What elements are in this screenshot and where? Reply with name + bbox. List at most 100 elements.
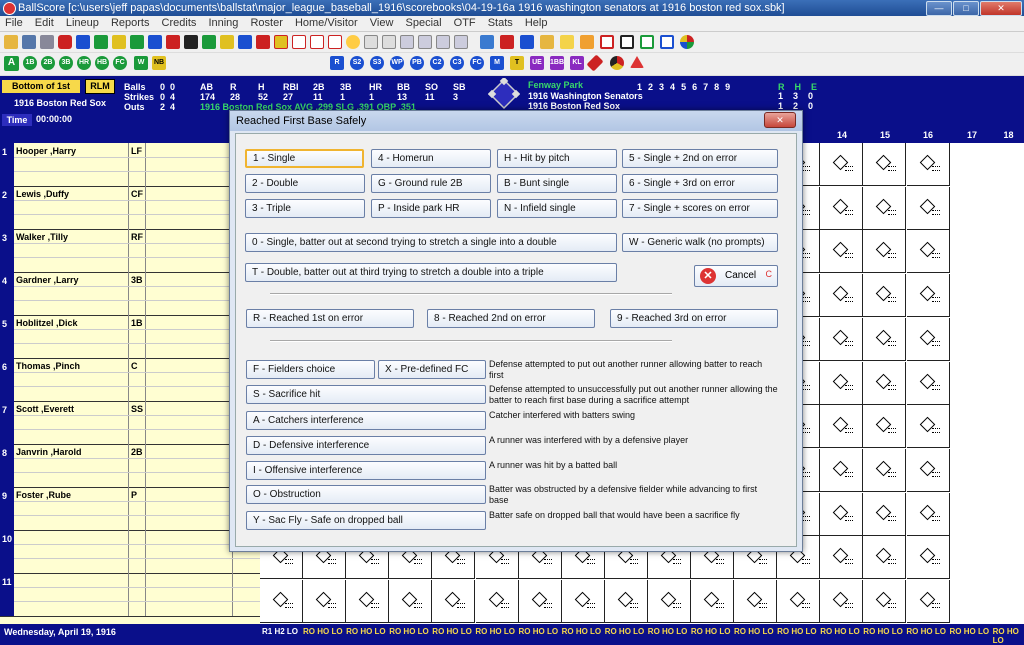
at-bat-cell[interactable] — [863, 492, 907, 536]
at-bat-cell[interactable] — [475, 580, 519, 623]
close-window-button[interactable]: ✕ — [980, 1, 1022, 16]
at-bat-cell[interactable] — [820, 361, 864, 405]
obstruction-button[interactable]: O - Obstruction — [246, 485, 486, 504]
kl-icon[interactable]: KL — [570, 56, 584, 70]
advance-a-icon[interactable]: A — [4, 56, 19, 71]
pinch-hitter-icon[interactable] — [130, 35, 144, 49]
at-bat-cell[interactable] — [820, 448, 864, 492]
at-bat-cell[interactable] — [303, 580, 347, 623]
caught-3-icon[interactable]: C3 — [450, 56, 464, 70]
undo-icon[interactable] — [480, 35, 494, 49]
cancel-button[interactable]: ✕ Cancel C — [694, 265, 778, 287]
print-icon[interactable] — [40, 35, 54, 49]
walk-w-icon[interactable]: W — [134, 56, 148, 70]
at-bat-cell[interactable] — [863, 361, 907, 405]
at-bat-cell[interactable] — [389, 580, 433, 623]
homerun-hr-icon[interactable]: HR — [77, 56, 91, 70]
up-arrow-icon[interactable] — [630, 56, 644, 68]
wild-pitch-icon[interactable]: WP — [390, 56, 404, 70]
b-icon[interactable] — [292, 35, 306, 49]
single-plus-2nd-button[interactable]: 5 - Single + 2nd on error — [622, 149, 778, 168]
sac-fly-dropped-button[interactable]: Y - Sac Fly - Safe on dropped ball — [246, 511, 486, 530]
chart-icon[interactable] — [454, 35, 468, 49]
s-icon[interactable] — [328, 35, 342, 49]
x-icon[interactable] — [274, 35, 288, 49]
menu-help[interactable]: Help — [520, 16, 552, 29]
box-green-icon[interactable] — [640, 35, 654, 49]
new-batter-icon[interactable] — [112, 35, 126, 49]
at-bat-cell[interactable] — [820, 143, 864, 186]
color-wheel-icon[interactable] — [680, 35, 694, 49]
at-bat-cell[interactable] — [906, 317, 950, 361]
inside-park-hr-button[interactable]: P - Inside park HR — [371, 199, 491, 218]
at-bat-cell[interactable] — [906, 492, 950, 536]
reached-3rd-error-button[interactable]: 9 - Reached 3rd on error — [610, 309, 778, 328]
m-icon[interactable]: M — [490, 56, 504, 70]
menu-inning[interactable]: Inning — [203, 16, 242, 29]
reached-1st-error-button[interactable]: R - Reached 1st on error — [246, 309, 414, 328]
box-red-icon[interactable] — [600, 35, 614, 49]
menu-reports[interactable]: Reports — [106, 16, 154, 29]
stretch-single-out-button[interactable]: 0 - Single, batter out at second trying … — [245, 233, 617, 252]
dialog-close-button[interactable]: ✕ — [764, 112, 796, 128]
c-icon[interactable] — [310, 35, 324, 49]
at-bat-cell[interactable] — [561, 580, 605, 623]
caught-2-icon[interactable]: C2 — [430, 56, 444, 70]
fielders-choice-fc-icon[interactable]: FC — [113, 56, 127, 70]
box-black-icon[interactable] — [620, 35, 634, 49]
menu-view[interactable]: View — [365, 16, 398, 29]
lineup-row[interactable]: 4 Gardner ,Larry 3B — [0, 272, 260, 316]
at-bat-cell[interactable] — [863, 448, 907, 492]
at-bat-cell[interactable] — [863, 186, 907, 230]
extra-d-icon[interactable] — [220, 35, 234, 49]
menu-special[interactable]: Special — [401, 16, 446, 29]
menu-home-visitor[interactable]: Home/Visitor — [290, 16, 362, 29]
defensive-interference-button[interactable]: D - Defensive interference — [246, 436, 486, 455]
substitute-s-icon[interactable] — [94, 35, 108, 49]
open-folder-icon[interactable] — [4, 35, 18, 49]
at-bat-cell[interactable] — [647, 580, 691, 623]
at-bat-cell[interactable] — [820, 317, 864, 361]
single-button[interactable]: 1 - Single — [245, 149, 364, 168]
at-bat-cell[interactable] — [906, 580, 950, 623]
offensive-interference-button[interactable]: I - Offensive interference — [246, 461, 486, 480]
at-bat-cell[interactable] — [260, 580, 303, 623]
infield-single-button[interactable]: N - Infield single — [497, 199, 617, 218]
double-button[interactable]: 2 - Double — [245, 174, 365, 193]
grid-icon[interactable] — [436, 35, 450, 49]
menu-stats[interactable]: Stats — [483, 16, 517, 29]
notepad-icon[interactable] — [560, 35, 574, 49]
triple-button[interactable]: 3 - Triple — [245, 199, 365, 218]
at-bat-cell[interactable] — [863, 317, 907, 361]
at-bat-cell[interactable] — [820, 405, 864, 449]
lineup-row[interactable]: 6 Thomas ,Pinch C — [0, 358, 260, 402]
at-bat-cell[interactable] — [820, 492, 864, 536]
single-plus-scores-button[interactable]: 7 - Single + scores on error — [622, 199, 778, 218]
at-bat-cell[interactable] — [863, 143, 907, 186]
box-orange-icon[interactable] — [580, 35, 594, 49]
at-bat-cell[interactable] — [906, 274, 950, 318]
new-pitcher-icon[interactable] — [166, 35, 180, 49]
generic-walk-button[interactable]: W - Generic walk (no prompts) — [622, 233, 778, 252]
clock-icon[interactable] — [346, 35, 360, 49]
pinch-runner-icon[interactable] — [148, 35, 162, 49]
defense-d-icon[interactable] — [202, 35, 216, 49]
at-bat-cell[interactable] — [906, 405, 950, 449]
fielders-choice-button[interactable]: F - Fielders choice — [246, 360, 375, 379]
card-icon[interactable] — [400, 35, 414, 49]
lineup-row[interactable]: 7 Scott ,Everett SS — [0, 401, 260, 445]
at-bat-cell[interactable] — [691, 580, 734, 623]
homerun-button[interactable]: 4 - Homerun — [371, 149, 491, 168]
bunt-single-button[interactable]: B - Bunt single — [497, 174, 617, 193]
steal-2-icon[interactable]: S2 — [350, 56, 364, 70]
menu-lineup[interactable]: Lineup — [61, 16, 103, 29]
menu-credits[interactable]: Credits — [157, 16, 201, 29]
menu-otf[interactable]: OTF — [449, 16, 480, 29]
ibb-icon[interactable]: 1BB — [550, 56, 564, 70]
save-icon[interactable] — [22, 35, 36, 49]
at-bat-cell[interactable] — [346, 580, 390, 623]
at-bat-cell[interactable] — [906, 230, 950, 274]
pencil-icon[interactable] — [586, 54, 604, 72]
run-r-icon[interactable]: R — [330, 56, 344, 70]
predefined-fc-button[interactable]: X - Pre-defined FC — [378, 360, 486, 379]
